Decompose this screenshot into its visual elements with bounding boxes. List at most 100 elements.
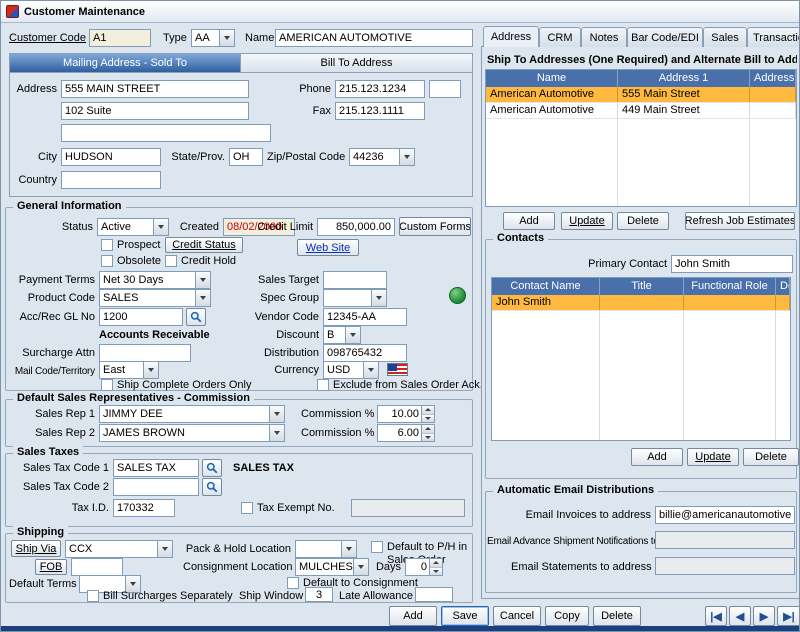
commission2-spinner[interactable] xyxy=(377,424,435,442)
type-combo[interactable]: AA xyxy=(191,29,235,47)
dropdown-arrow-icon[interactable] xyxy=(399,149,414,165)
credit-limit-field[interactable] xyxy=(317,218,395,236)
distribution-field[interactable] xyxy=(323,344,407,362)
dropdown-arrow-icon[interactable] xyxy=(143,362,158,378)
dropdown-arrow-icon[interactable] xyxy=(219,30,234,46)
credit-status-button[interactable]: Credit Status xyxy=(165,237,243,253)
spinner-arrows-icon[interactable] xyxy=(429,559,442,575)
copy-button[interactable]: Copy xyxy=(545,606,589,626)
payment-terms-combo[interactable]: Net 30 Days xyxy=(99,271,211,289)
credit-hold-checkbox[interactable]: Credit Hold xyxy=(165,255,236,268)
address-row-selected[interactable]: American Automotive 555 Main Street xyxy=(486,87,796,103)
tab-bar-code-edi[interactable]: Bar Code/EDI xyxy=(627,27,703,47)
mail-code-combo[interactable]: East xyxy=(99,361,159,379)
currency-combo[interactable]: USD xyxy=(323,361,379,379)
product-code-combo[interactable]: SALES xyxy=(99,289,211,307)
tax-code1-field[interactable] xyxy=(113,459,199,477)
delete-button[interactable]: Delete xyxy=(593,606,641,626)
commission1-field[interactable] xyxy=(378,406,421,422)
tax-code2-search-button[interactable] xyxy=(202,478,222,496)
dropdown-arrow-icon[interactable] xyxy=(269,406,284,422)
tax-exempt-checkbox[interactable]: Tax Exempt No. xyxy=(241,502,335,515)
dropdown-arrow-icon[interactable] xyxy=(345,327,360,343)
contact-delete-button[interactable]: Delete xyxy=(743,448,799,466)
nav-next-button[interactable]: ▶ xyxy=(753,606,775,626)
commission2-field[interactable] xyxy=(378,425,421,441)
pack-hold-combo[interactable] xyxy=(295,540,357,558)
nav-first-button[interactable]: |◀ xyxy=(705,606,727,626)
tab-transactions[interactable]: Transactions xyxy=(747,27,800,47)
tab-mailing-address[interactable]: Mailing Address - Sold To xyxy=(9,53,241,73)
tax-code2-field[interactable] xyxy=(113,478,199,496)
tab-sales[interactable]: Sales xyxy=(703,27,747,47)
web-site-button[interactable]: Web Site xyxy=(297,239,359,256)
customer-code-field[interactable] xyxy=(89,29,151,47)
email-invoices-field[interactable] xyxy=(655,506,795,524)
address-row[interactable]: American Automotive 449 Main Street xyxy=(486,103,796,119)
custom-forms-button[interactable]: Custom Forms xyxy=(399,217,471,236)
sales-rep2-combo[interactable]: JAMES BROWN xyxy=(99,424,285,442)
cancel-button[interactable]: Cancel xyxy=(493,606,541,626)
tab-address[interactable]: Address xyxy=(483,26,539,47)
prospect-checkbox[interactable]: Prospect xyxy=(101,239,160,252)
sales-target-field[interactable] xyxy=(323,271,387,289)
primary-contact-field[interactable] xyxy=(671,255,793,273)
contact-row-selected[interactable]: John Smith xyxy=(492,295,790,311)
customer-code-label[interactable]: Customer Code xyxy=(9,32,86,45)
contact-add-button[interactable]: Add xyxy=(631,448,683,466)
phone-ext-field[interactable] xyxy=(429,80,461,98)
tax-id-field[interactable] xyxy=(113,499,175,517)
address1-field[interactable] xyxy=(61,80,249,98)
dropdown-arrow-icon[interactable] xyxy=(153,219,168,235)
address-update-button[interactable]: Update xyxy=(561,212,613,230)
obsolete-checkbox[interactable]: Obsolete xyxy=(101,255,161,268)
days-spinner[interactable] xyxy=(405,558,443,576)
city-field[interactable] xyxy=(61,148,161,166)
address2-field[interactable] xyxy=(61,102,249,120)
ship-window-field[interactable] xyxy=(305,587,333,602)
spinner-arrows-icon[interactable] xyxy=(421,406,434,422)
nav-prev-button[interactable]: ◀ xyxy=(729,606,751,626)
dropdown-arrow-icon[interactable] xyxy=(195,272,210,288)
status-combo[interactable]: Active xyxy=(97,218,169,236)
discount-combo[interactable]: B xyxy=(323,326,361,344)
commission1-spinner[interactable] xyxy=(377,405,435,423)
dropdown-arrow-icon[interactable] xyxy=(195,290,210,306)
dropdown-arrow-icon[interactable] xyxy=(269,425,284,441)
fob-field[interactable] xyxy=(71,558,123,576)
consignment-combo[interactable]: MULCHES xyxy=(295,558,369,576)
save-button[interactable]: Save xyxy=(441,606,489,626)
address-add-button[interactable]: Add xyxy=(503,212,555,230)
fax-field[interactable] xyxy=(335,102,425,120)
spec-group-combo[interactable] xyxy=(323,289,387,307)
dropdown-arrow-icon[interactable] xyxy=(353,559,368,575)
dropdown-arrow-icon[interactable] xyxy=(157,541,172,557)
country-field[interactable] xyxy=(61,171,161,189)
ship-complete-checkbox[interactable]: Ship Complete Orders Only xyxy=(101,379,252,392)
fob-button[interactable]: FOB xyxy=(35,559,67,575)
tab-notes[interactable]: Notes xyxy=(581,27,627,47)
sales-rep1-combo[interactable]: JIMMY DEE xyxy=(99,405,285,423)
exclude-ack-checkbox[interactable]: Exclude from Sales Order Ack. xyxy=(317,379,483,392)
dropdown-arrow-icon[interactable] xyxy=(363,362,378,378)
add-button[interactable]: Add xyxy=(389,606,437,626)
acc-rec-gl-field[interactable] xyxy=(99,308,183,326)
dropdown-arrow-icon[interactable] xyxy=(371,290,386,306)
address3-field[interactable] xyxy=(61,124,271,142)
bill-surcharges-checkbox[interactable]: Bill Surcharges Separately xyxy=(87,590,233,603)
spinner-arrows-icon[interactable] xyxy=(421,425,434,441)
name-field[interactable] xyxy=(275,29,473,47)
state-field[interactable] xyxy=(229,148,263,166)
phone-field[interactable] xyxy=(335,80,425,98)
address-delete-button[interactable]: Delete xyxy=(617,212,669,230)
vendor-code-field[interactable] xyxy=(323,308,407,326)
nav-last-button[interactable]: ▶| xyxy=(777,606,800,626)
contact-update-button[interactable]: Update xyxy=(687,448,739,466)
ship-via-combo[interactable]: CCX xyxy=(65,540,173,558)
surcharge-attn-field[interactable] xyxy=(99,344,191,362)
late-allowance-field[interactable] xyxy=(415,587,453,602)
spec-lookup-icon[interactable] xyxy=(449,287,466,304)
tab-crm[interactable]: CRM xyxy=(539,27,581,47)
tab-bill-to-address[interactable]: Bill To Address xyxy=(240,53,473,73)
acc-rec-search-button[interactable] xyxy=(186,308,206,326)
